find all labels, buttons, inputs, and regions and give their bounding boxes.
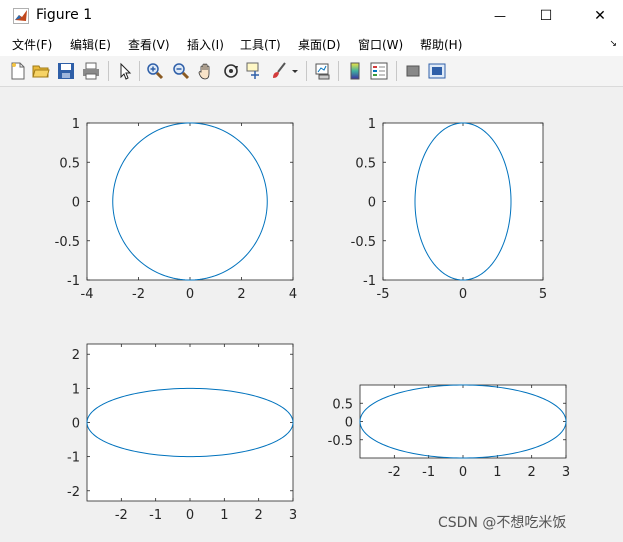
figure-toolbar xyxy=(0,56,623,87)
watermark-text: CSDN @不想吃米饭 xyxy=(438,515,567,531)
x-tick-label: -2 xyxy=(132,287,145,302)
axes-box-3[interactable] xyxy=(86,343,294,502)
toolbar-separator xyxy=(139,61,140,81)
menu-file[interactable]: 文件(F) xyxy=(12,36,52,53)
x-tick-label: 3 xyxy=(289,508,297,523)
y-tick-label: 0 xyxy=(72,196,80,211)
maximize-button[interactable]: ☐ xyxy=(523,0,569,32)
x-tick-label: -1 xyxy=(149,508,162,523)
save-icon[interactable] xyxy=(57,62,75,80)
y-tick-label: 0.5 xyxy=(332,397,353,412)
x-tick-label: -4 xyxy=(81,287,94,302)
x-tick-label: 4 xyxy=(289,287,297,302)
y-tick-label: 2 xyxy=(72,348,80,363)
menu-help[interactable]: 帮助(H) xyxy=(420,36,462,53)
x-tick-label: 5 xyxy=(539,287,547,302)
maximize-icon: ☐ xyxy=(539,8,553,24)
toolbar-separator xyxy=(306,61,307,81)
y-tick-label: -0.5 xyxy=(328,434,353,449)
minimize-icon: — xyxy=(494,9,506,23)
brush-icon[interactable] xyxy=(270,62,288,80)
x-tick-label: 0 xyxy=(186,287,194,302)
legend-icon[interactable] xyxy=(370,62,388,80)
x-tick-label: -5 xyxy=(377,287,390,302)
menu-view[interactable]: 查看(V) xyxy=(128,36,170,53)
menu-edit[interactable]: 编辑(E) xyxy=(70,36,111,53)
link-plot-icon[interactable] xyxy=(314,62,332,80)
edit-plot-arrow-icon[interactable] xyxy=(116,62,134,80)
x-tick-label: 2 xyxy=(255,508,263,523)
zoom-in-icon[interactable] xyxy=(146,62,164,80)
title-bar: Figure 1 — ☐ ✕ xyxy=(0,0,623,32)
new-figure-icon[interactable] xyxy=(9,62,27,80)
y-tick-label: 1 xyxy=(72,382,80,397)
y-tick-label: 1 xyxy=(72,117,80,132)
menu-bar: 文件(F) 编辑(E) 查看(V) 插入(I) 工具(T) 桌面(D) 窗口(W… xyxy=(0,32,623,56)
y-tick-label: 0 xyxy=(368,196,376,211)
menu-tools[interactable]: 工具(T) xyxy=(240,36,281,53)
dock-arrow-icon[interactable]: ↘ xyxy=(609,39,617,49)
figure-canvas[interactable]: -4 -2 0 2 4 -1 -0.5 0 0.5 1 -5 0 5 -1 -0.5 0 0.5 1 -2 -1 0 1 2… xyxy=(6,92,623,542)
window-title: Figure 1 xyxy=(36,7,93,23)
matlab-logo-icon xyxy=(13,8,29,24)
menu-window[interactable]: 窗口(W) xyxy=(358,36,403,53)
pan-hand-icon[interactable] xyxy=(197,62,215,80)
print-icon[interactable] xyxy=(82,62,100,80)
x-tick-label: 3 xyxy=(562,465,570,480)
x-tick-label: 1 xyxy=(220,508,228,523)
x-tick-label: 2 xyxy=(237,287,245,302)
menu-desktop[interactable]: 桌面(D) xyxy=(298,36,341,53)
x-tick-label: -2 xyxy=(388,465,401,480)
y-tick-label: 0 xyxy=(345,416,353,431)
y-tick-label: 0 xyxy=(72,417,80,432)
hide-plot-tools-icon[interactable] xyxy=(404,62,422,80)
show-plot-tools-icon[interactable] xyxy=(428,62,446,80)
data-cursor-icon[interactable] xyxy=(246,62,264,80)
menu-insert[interactable]: 插入(I) xyxy=(187,36,224,53)
colorbar-icon[interactable] xyxy=(346,62,364,80)
y-tick-label: -2 xyxy=(67,485,80,500)
close-icon: ✕ xyxy=(594,8,606,24)
x-tick-label: 0 xyxy=(459,465,467,480)
brush-dropdown-icon[interactable] xyxy=(290,62,300,80)
subplots-svg: -4 -2 0 2 4 -1 -0.5 0 0.5 1 -5 0 5 -1 -0.5 0 0.5 1 -2 -1 0 1 2… xyxy=(55,117,571,523)
y-tick-label: 0.5 xyxy=(355,156,376,171)
y-tick-label: -1 xyxy=(67,451,80,466)
y-tick-label: -0.5 xyxy=(351,235,376,250)
x-tick-label: 0 xyxy=(186,508,194,523)
y-tick-label: -1 xyxy=(363,274,376,289)
y-tick-label: -0.5 xyxy=(55,235,80,250)
y-tick-label: 0.5 xyxy=(59,156,80,171)
toolbar-separator xyxy=(396,61,397,81)
x-tick-label: -2 xyxy=(115,508,128,523)
axes-box-1[interactable] xyxy=(86,122,294,281)
rotate-3d-icon[interactable] xyxy=(222,62,240,80)
close-button[interactable]: ✕ xyxy=(577,0,623,32)
x-tick-label: 0 xyxy=(459,287,467,302)
zoom-out-icon[interactable] xyxy=(172,62,190,80)
axes-box-2[interactable] xyxy=(382,122,544,281)
toolbar-separator xyxy=(338,61,339,81)
y-tick-label: 1 xyxy=(368,117,376,132)
minimize-button[interactable]: — xyxy=(477,0,523,32)
x-tick-label: 2 xyxy=(528,465,536,480)
x-tick-label: 1 xyxy=(493,465,501,480)
x-tick-label: -1 xyxy=(422,465,435,480)
toolbar-separator xyxy=(108,61,109,81)
open-file-icon[interactable] xyxy=(32,62,50,80)
y-tick-label: -1 xyxy=(67,274,80,289)
